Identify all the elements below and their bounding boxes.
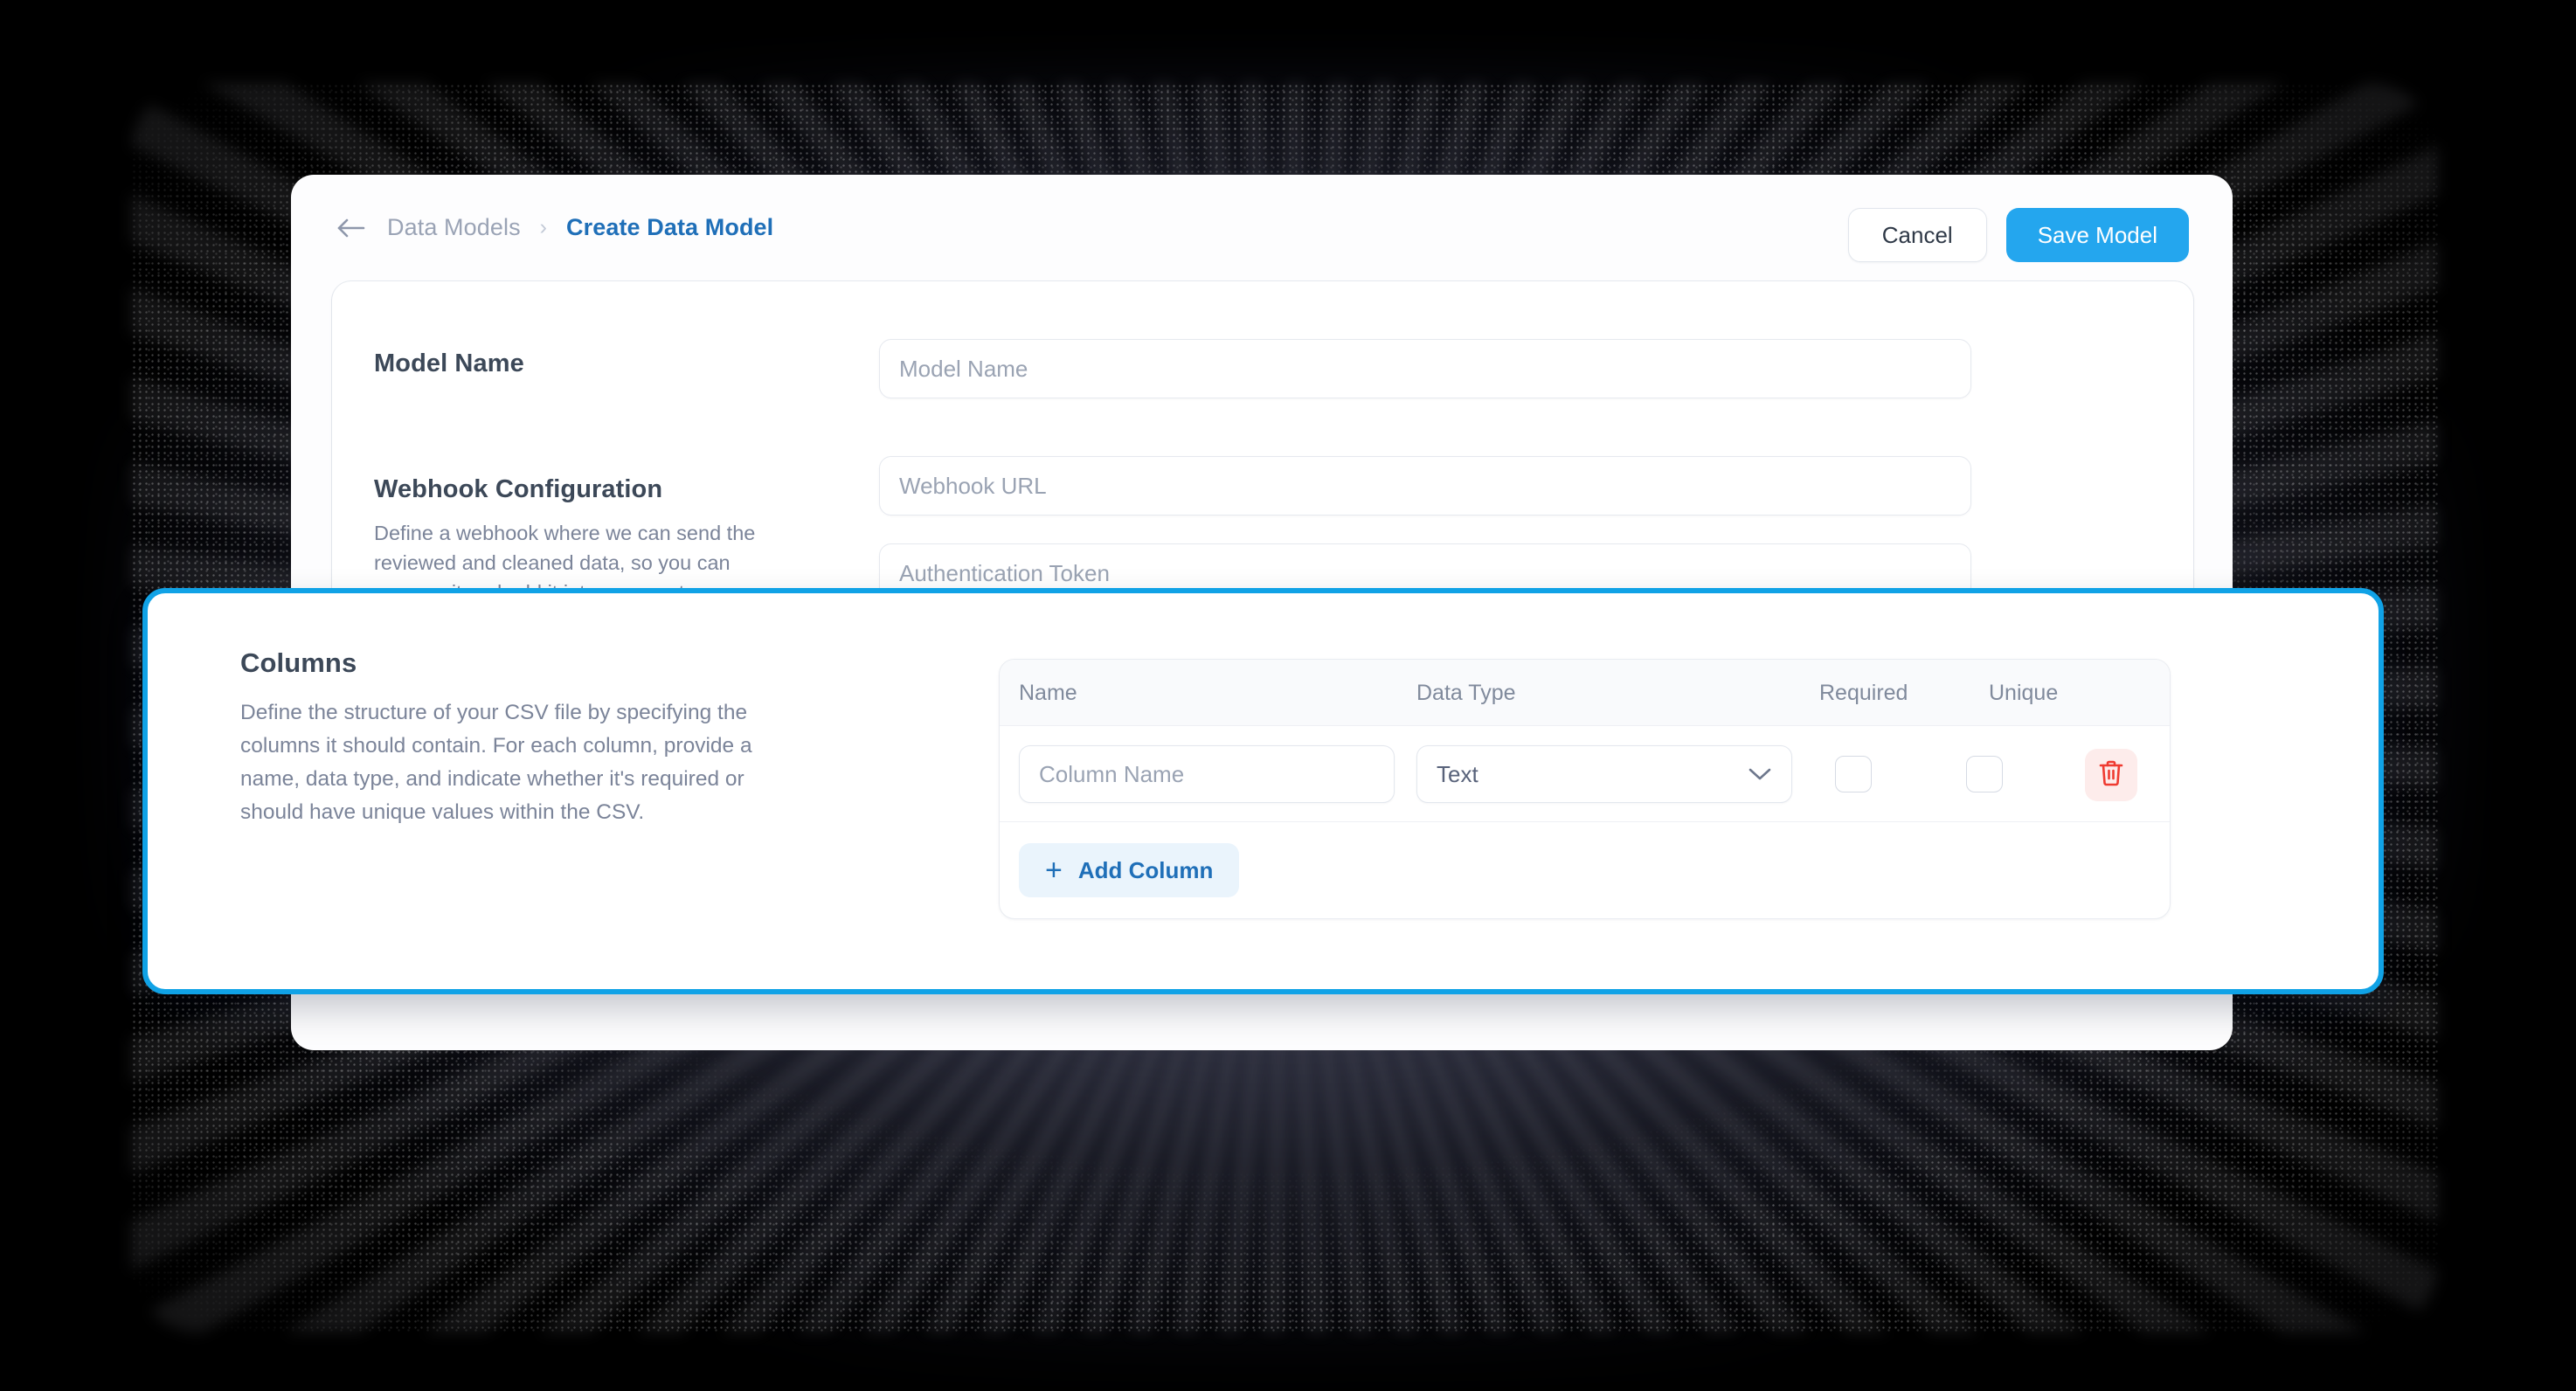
- arrow-left-icon[interactable]: [335, 215, 368, 241]
- webhook-url-input[interactable]: Webhook URL: [879, 456, 1971, 516]
- column-header-required: Required: [1819, 681, 1908, 705]
- table-row: Column Name Text: [1000, 726, 2170, 822]
- topbar-actions: Cancel Save Model: [1847, 208, 2189, 262]
- top-bar: Data Models › Create Data Model Cancel S…: [291, 175, 2233, 280]
- cancel-button[interactable]: Cancel: [1847, 208, 1987, 262]
- breadcrumb-separator: ›: [539, 215, 547, 239]
- breadcrumb: Data Models › Create Data Model: [335, 214, 773, 241]
- delete-column-button[interactable]: [2085, 749, 2137, 801]
- column-header-data-type: Data Type: [1416, 681, 1516, 705]
- columns-title: Columns: [240, 647, 357, 678]
- unique-checkbox[interactable]: [1966, 756, 2003, 792]
- columns-table: Name Data Type Required Unique Column Na…: [999, 659, 2171, 919]
- screenshot-stage: Data Models › Create Data Model Cancel S…: [0, 0, 2576, 1391]
- model-name-label-group: Model Name: [374, 349, 524, 378]
- model-name-input[interactable]: Model Name: [879, 339, 1971, 398]
- save-model-button[interactable]: Save Model: [2005, 208, 2189, 262]
- data-type-value: Text: [1437, 760, 1478, 787]
- webhook-config-label: Webhook Configuration: [374, 475, 663, 503]
- required-checkbox[interactable]: [1835, 756, 1872, 792]
- columns-table-footer: + Add Column: [1000, 822, 2170, 918]
- add-column-button[interactable]: + Add Column: [1019, 843, 1240, 897]
- columns-table-header: Name Data Type Required Unique: [1000, 660, 2170, 726]
- chevron-down-icon: [1748, 766, 1772, 782]
- breadcrumb-parent[interactable]: Data Models: [387, 214, 521, 241]
- data-type-select[interactable]: Text: [1416, 745, 1792, 803]
- add-column-label: Add Column: [1077, 856, 1214, 883]
- columns-description: Define the structure of your CSV file by…: [240, 701, 752, 824]
- model-name-label: Model Name: [374, 349, 524, 377]
- breadcrumb-current: Create Data Model: [566, 214, 774, 240]
- columns-section-card: Columns Define the structure of your CSV…: [142, 588, 2384, 994]
- column-name-input[interactable]: Column Name: [1019, 745, 1395, 803]
- plus-icon: +: [1045, 854, 1063, 887]
- trash-icon: [2097, 758, 2125, 792]
- column-header-unique: Unique: [1989, 681, 2059, 705]
- columns-description-group: Columns Define the structure of your CSV…: [240, 647, 782, 829]
- column-header-name: Name: [1019, 681, 1077, 705]
